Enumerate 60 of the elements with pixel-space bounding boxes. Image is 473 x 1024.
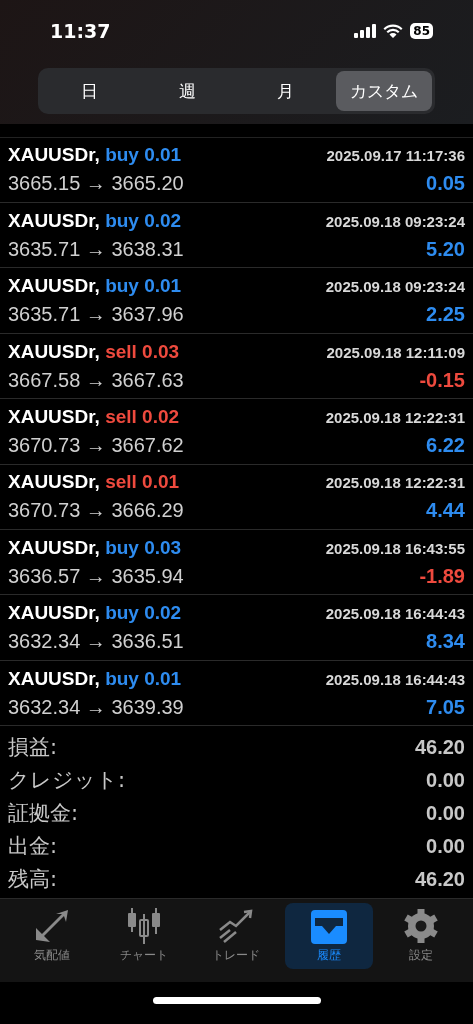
deal-prices: 3667.58 → 3667.63 — [8, 368, 184, 392]
signal-icon — [354, 24, 377, 38]
summary-value: 46.20 — [414, 867, 465, 891]
deal-profit: 7.05 — [426, 695, 465, 719]
deal-prices: 3670.73 → 3667.62 — [8, 433, 184, 457]
deal-profit: 2.25 — [426, 303, 465, 327]
deal-profit: 6.22 — [426, 433, 465, 457]
deal-time: 2025.09.18 09:23:24 — [325, 278, 465, 296]
deal-prices: 3632.34 → 3639.39 — [8, 695, 184, 719]
deal-prices: 3636.57 → 3635.94 — [8, 564, 184, 588]
period-tab[interactable]: 日 — [41, 71, 138, 111]
deal-title: XAUUSDr, buy 0.03 — [8, 536, 182, 559]
deal-time: 2025.09.18 09:23:24 — [325, 212, 465, 230]
status-time: 11:37 — [50, 20, 111, 42]
deal-profit: 4.44 — [426, 499, 465, 523]
summary-label: クレジット: — [8, 767, 126, 795]
period-tab[interactable]: カスタム — [335, 71, 432, 111]
deal-time: 2025.09.18 12:11:09 — [326, 343, 465, 361]
summary-value: 0.00 — [426, 801, 465, 825]
deal-profit: 8.34 — [426, 630, 465, 654]
deal-prices: 3635.71 → 3638.31 — [8, 237, 184, 261]
tab-bar-item[interactable]: トレード — [192, 903, 281, 970]
deal-title: XAUUSDr, buy 0.01 — [8, 275, 182, 298]
summary-label: 証拠金: — [8, 800, 79, 828]
deal-title: XAUUSDr, sell 0.03 — [8, 340, 180, 363]
summary-label: 損益: — [8, 734, 58, 762]
battery-level: 85 — [410, 23, 433, 39]
deal-time: 2025.09.17 11:17:36 — [326, 147, 465, 165]
deal-prices: 3670.73 → 3666.29 — [8, 499, 184, 523]
inbox-tray-icon — [308, 908, 349, 945]
deal-title: XAUUSDr, sell 0.01 — [8, 471, 180, 494]
deal-time: 2025.09.18 16:44:43 — [325, 605, 465, 623]
deal-profit: -0.15 — [419, 368, 465, 392]
summary-label: 出金: — [8, 833, 58, 861]
deal-prices: 3632.34 → 3636.51 — [8, 630, 184, 654]
deal-title: XAUUSDr, sell 0.02 — [8, 405, 180, 428]
summary-value: 46.20 — [414, 735, 465, 759]
deal-prices: 3635.71 → 3637.96 — [8, 303, 184, 327]
deal-title: XAUUSDr, buy 0.02 — [8, 602, 182, 625]
wifi-icon — [383, 24, 404, 38]
tab-bar-item[interactable]: 設定 — [376, 903, 465, 970]
deal-profit: 0.05 — [426, 172, 465, 196]
deal-title: XAUUSDr, buy 0.02 — [8, 209, 182, 232]
tab-bar-item[interactable]: チャート — [100, 903, 189, 970]
deal-profit: 5.20 — [426, 237, 465, 261]
deal-title: XAUUSDr, buy 0.01 — [8, 144, 182, 167]
tab-bar-item[interactable]: 気配値 — [8, 903, 97, 970]
deal-profit: -1.89 — [419, 564, 465, 588]
summary-value: 0.00 — [426, 768, 465, 792]
period-tab[interactable]: 週 — [139, 71, 236, 111]
deal-title: XAUUSDr, buy 0.01 — [8, 667, 182, 690]
summary-value: 0.00 — [426, 834, 465, 858]
deal-prices: 3665.15 → 3665.20 — [8, 172, 184, 196]
deal-time: 2025.09.18 12:22:31 — [325, 474, 465, 492]
summary-label: 残高: — [8, 866, 58, 894]
period-tab[interactable]: 月 — [237, 71, 334, 111]
deal-time: 2025.09.18 12:22:31 — [325, 408, 465, 426]
deal-time: 2025.09.18 16:43:55 — [325, 539, 465, 557]
deal-time: 2025.09.18 16:44:43 — [325, 670, 465, 688]
tab-bar-item[interactable]: 履歴 — [284, 903, 373, 970]
